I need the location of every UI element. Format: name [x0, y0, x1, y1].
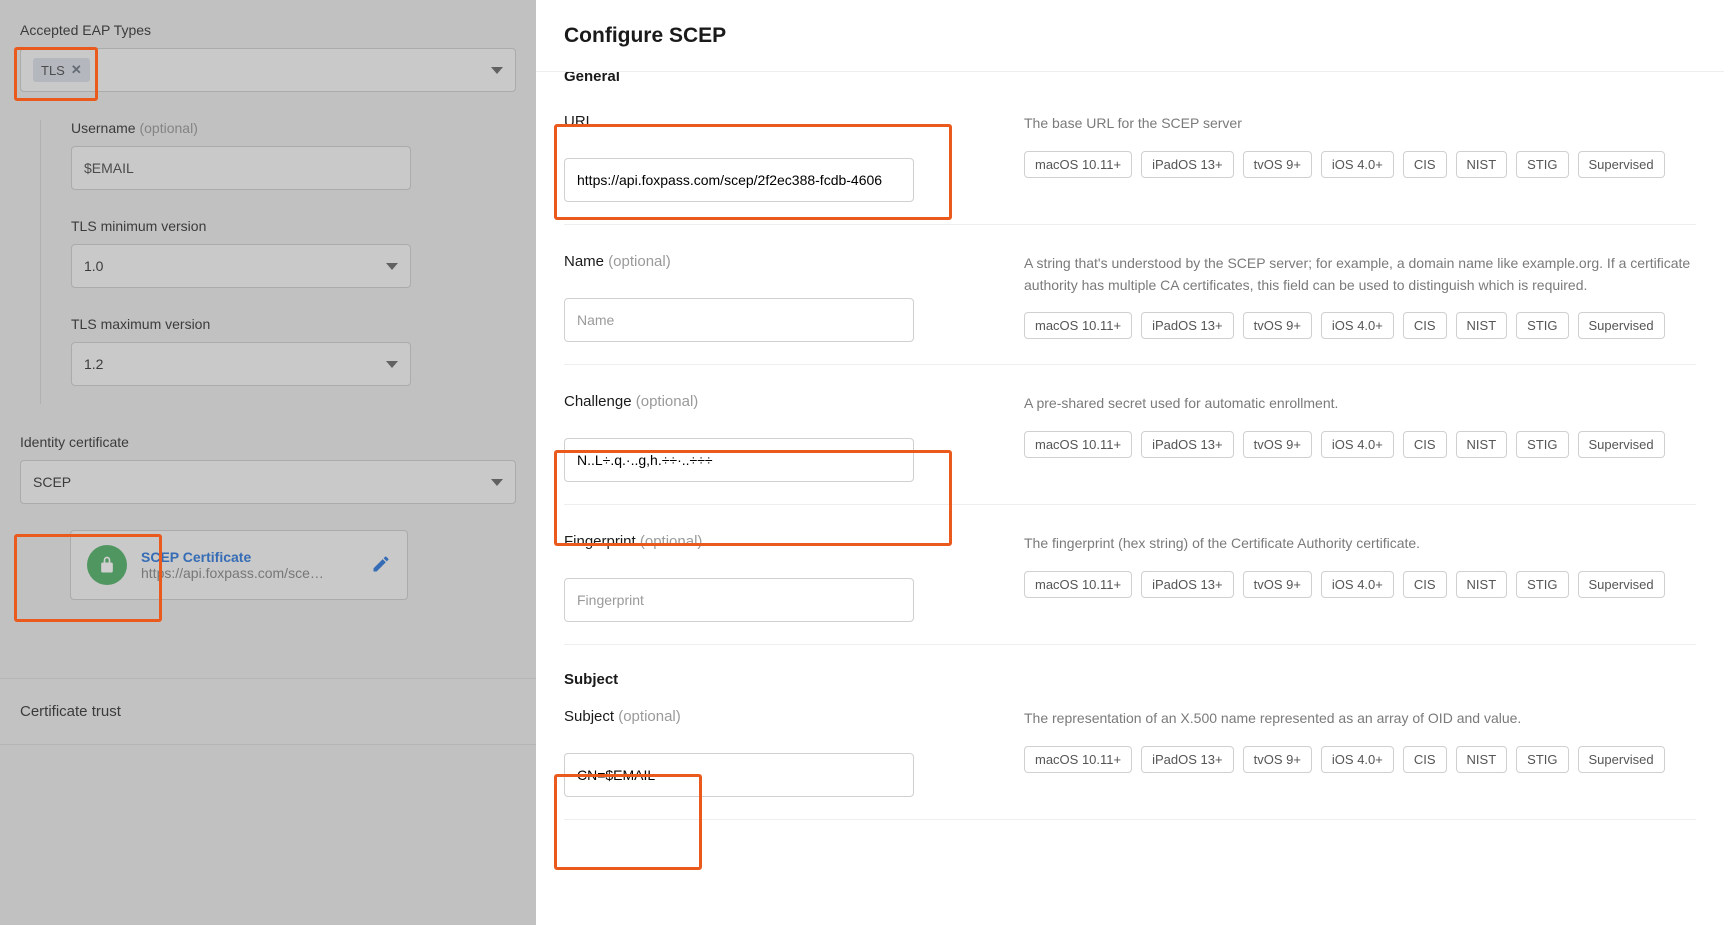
tag: iPadOS 13+	[1141, 571, 1233, 598]
tag: CIS	[1403, 571, 1447, 598]
tag: CIS	[1403, 431, 1447, 458]
tls-min-select[interactable]: 1.0	[71, 244, 411, 288]
tag: iPadOS 13+	[1141, 431, 1233, 458]
scep-cert-title: SCEP Certificate	[141, 549, 357, 565]
url-label: URL	[564, 113, 594, 130]
general-header: General	[564, 72, 1696, 85]
subject-tags: macOS 10.11+ iPadOS 13+ tvOS 9+ iOS 4.0+…	[1024, 746, 1696, 773]
tls-max-label: TLS maximum version	[71, 316, 516, 332]
chevron-down-icon	[386, 263, 398, 270]
username-label: Username (optional)	[71, 120, 516, 136]
tls-max-select[interactable]: 1.2	[71, 342, 411, 386]
tag: STIG	[1516, 151, 1568, 178]
tag: STIG	[1516, 571, 1568, 598]
subject-label: Subject	[564, 708, 614, 725]
tag: CIS	[1403, 312, 1447, 339]
certificate-trust-section[interactable]: Certificate trust	[0, 678, 536, 745]
tag: Supervised	[1578, 746, 1665, 773]
tag: iPadOS 13+	[1141, 312, 1233, 339]
username-field[interactable]: $EMAIL	[71, 146, 411, 190]
eap-types-select[interactable]: TLS ✕	[20, 48, 516, 92]
tls-min-label: TLS minimum version	[71, 218, 516, 234]
tag: CIS	[1403, 151, 1447, 178]
name-tags: macOS 10.11+ iPadOS 13+ tvOS 9+ iOS 4.0+…	[1024, 312, 1696, 339]
challenge-field[interactable]	[564, 438, 914, 482]
tag: iPadOS 13+	[1141, 746, 1233, 773]
chevron-down-icon	[491, 67, 503, 74]
tag: CIS	[1403, 746, 1447, 773]
tag: iOS 4.0+	[1321, 431, 1394, 458]
chevron-down-icon	[386, 361, 398, 368]
tag: NIST	[1456, 571, 1508, 598]
tag: macOS 10.11+	[1024, 571, 1132, 598]
name-label: Name	[564, 253, 604, 270]
tag: tvOS 9+	[1243, 571, 1312, 598]
name-field[interactable]	[564, 298, 914, 342]
url-desc: The base URL for the SCEP server	[1024, 113, 1696, 135]
tag: iPadOS 13+	[1141, 151, 1233, 178]
tag: NIST	[1456, 151, 1508, 178]
tag: macOS 10.11+	[1024, 151, 1132, 178]
tag: Supervised	[1578, 151, 1665, 178]
tag: iOS 4.0+	[1321, 151, 1394, 178]
tag: Supervised	[1578, 571, 1665, 598]
scep-cert-subtitle: https://api.foxpass.com/sce…	[141, 565, 357, 581]
tag: NIST	[1456, 312, 1508, 339]
url-field[interactable]	[564, 158, 914, 202]
tag: STIG	[1516, 746, 1568, 773]
subject-header: Subject	[564, 671, 1696, 688]
close-icon[interactable]: ✕	[71, 62, 82, 78]
tag: iOS 4.0+	[1321, 312, 1394, 339]
tag: STIG	[1516, 431, 1568, 458]
subject-field[interactable]	[564, 753, 914, 797]
tag: NIST	[1456, 431, 1508, 458]
tag: NIST	[1456, 746, 1508, 773]
url-tags: macOS 10.11+ iPadOS 13+ tvOS 9+ iOS 4.0+…	[1024, 151, 1696, 178]
tag: tvOS 9+	[1243, 431, 1312, 458]
scep-cert-card[interactable]: SCEP Certificate https://api.foxpass.com…	[70, 530, 408, 600]
identity-cert-select[interactable]: SCEP	[20, 460, 516, 504]
tag: iOS 4.0+	[1321, 746, 1394, 773]
subject-desc: The representation of an X.500 name repr…	[1024, 708, 1696, 730]
tag: macOS 10.11+	[1024, 746, 1132, 773]
tag: tvOS 9+	[1243, 151, 1312, 178]
tag: macOS 10.11+	[1024, 431, 1132, 458]
eap-types-label: Accepted EAP Types	[20, 22, 516, 38]
edit-icon[interactable]	[371, 554, 391, 577]
fingerprint-desc: The fingerprint (hex string) of the Cert…	[1024, 533, 1696, 555]
tag: STIG	[1516, 312, 1568, 339]
lock-icon	[87, 545, 127, 585]
tag: iOS 4.0+	[1321, 571, 1394, 598]
eap-chip-label: TLS	[41, 63, 65, 78]
identity-cert-label: Identity certificate	[20, 434, 516, 450]
challenge-desc: A pre-shared secret used for automatic e…	[1024, 393, 1696, 415]
challenge-tags: macOS 10.11+ iPadOS 13+ tvOS 9+ iOS 4.0+…	[1024, 431, 1696, 458]
panel-title: Configure SCEP	[536, 0, 1724, 72]
fingerprint-label: Fingerprint	[564, 533, 636, 550]
challenge-label: Challenge	[564, 393, 632, 410]
tag: tvOS 9+	[1243, 746, 1312, 773]
eap-chip-tls[interactable]: TLS ✕	[33, 58, 90, 82]
fingerprint-field[interactable]	[564, 578, 914, 622]
chevron-down-icon	[491, 479, 503, 486]
fingerprint-tags: macOS 10.11+ iPadOS 13+ tvOS 9+ iOS 4.0+…	[1024, 571, 1696, 598]
tag: macOS 10.11+	[1024, 312, 1132, 339]
tag: Supervised	[1578, 431, 1665, 458]
tag: tvOS 9+	[1243, 312, 1312, 339]
tag: Supervised	[1578, 312, 1665, 339]
name-desc: A string that's understood by the SCEP s…	[1024, 253, 1696, 296]
